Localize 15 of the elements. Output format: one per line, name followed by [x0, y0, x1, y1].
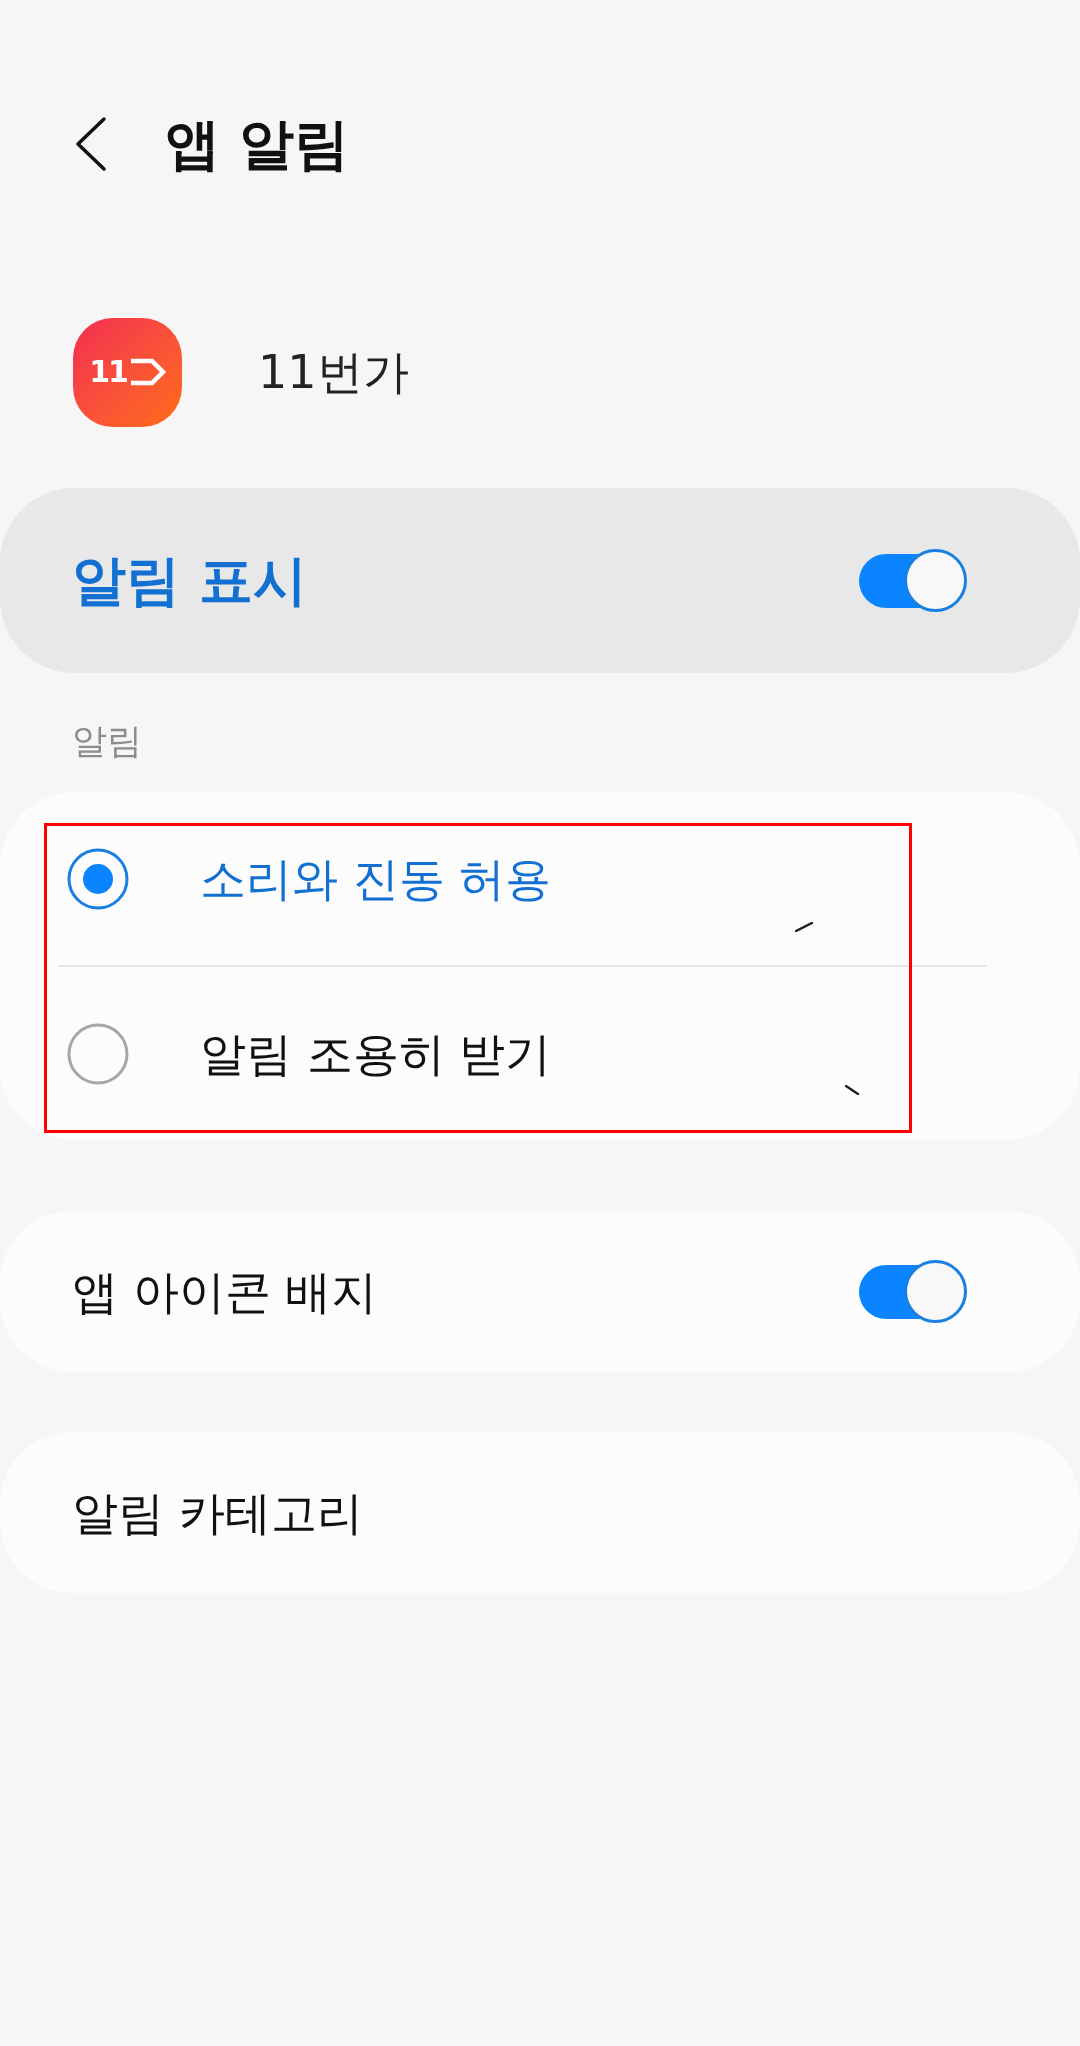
- master-toggle-label: 알림 표시: [72, 553, 307, 608]
- radio-option[interactable]: 알림 조용히 받기: [0, 967, 1080, 1140]
- radio-option[interactable]: 소리와 진동 허용: [0, 792, 1080, 965]
- master-toggle-card[interactable]: 알림 표시: [0, 488, 1080, 673]
- app-name: 11번가: [258, 349, 409, 395]
- back-icon[interactable]: [74, 116, 108, 172]
- setting-label: 앱 아이콘 배지: [72, 1268, 378, 1315]
- stroke-mark-icon: [795, 922, 813, 932]
- page-title: 앱 알림: [165, 116, 350, 172]
- logo-text: 11: [89, 357, 127, 387]
- toggle-switch[interactable]: [859, 1260, 967, 1323]
- settings-item[interactable]: 알림 카테고리: [0, 1432, 1080, 1593]
- settings-card[interactable]: 앱 아이콘 배지: [0, 1211, 1080, 1372]
- section-label: 알림: [72, 723, 142, 759]
- toggle-switch[interactable]: [859, 549, 967, 612]
